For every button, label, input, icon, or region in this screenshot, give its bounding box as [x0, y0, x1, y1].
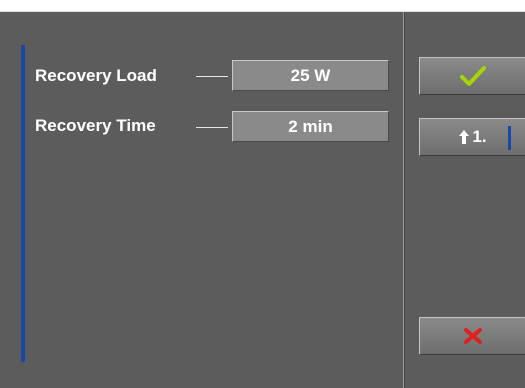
recovery-load-value-text: 25 W	[290, 65, 331, 85]
recovery-time-label: Recovery Time	[35, 116, 156, 135]
recovery-load-leader-line	[196, 76, 228, 77]
panel-divider-shadow	[404, 12, 405, 388]
left-accent-bar	[21, 45, 25, 362]
recovery-time-row: Recovery Time	[35, 111, 156, 141]
step-up-button[interactable]: 1.	[419, 118, 525, 156]
recovery-load-label: Recovery Load	[35, 66, 157, 85]
recovery-load-value[interactable]: 25 W	[232, 60, 389, 91]
recovery-time-value[interactable]: 2 min	[232, 111, 389, 142]
cancel-button[interactable]	[419, 317, 525, 355]
x-icon	[463, 328, 482, 344]
recovery-load-row: Recovery Load	[35, 61, 157, 91]
recovery-time-leader-line	[196, 127, 228, 128]
arrow-up-icon	[459, 130, 470, 144]
recovery-time-value-text: 2 min	[288, 116, 333, 136]
checkmark-icon	[459, 66, 486, 86]
step-accent-bar	[508, 126, 511, 150]
confirm-button[interactable]	[419, 57, 525, 95]
step-label: 1.	[472, 127, 487, 146]
screen: Recovery Load 25 W Recovery Time 2 min 1…	[0, 11, 525, 388]
